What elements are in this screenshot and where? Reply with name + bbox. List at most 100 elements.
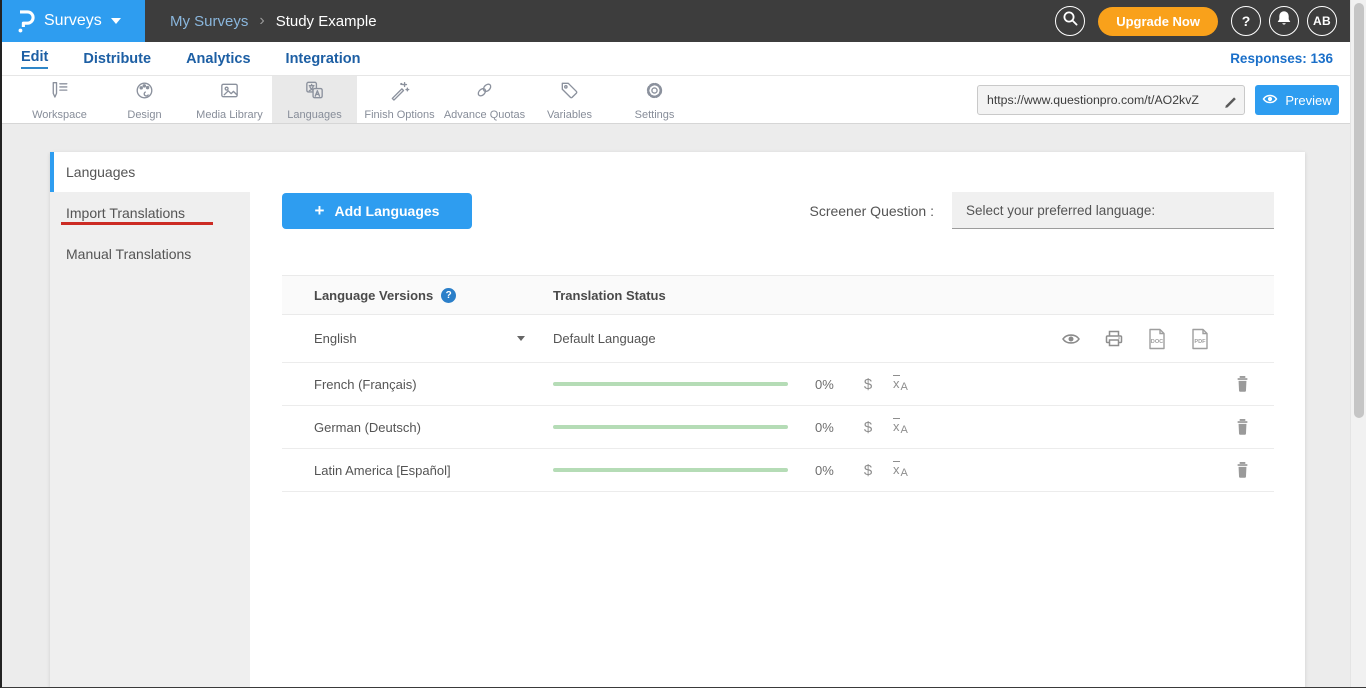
- screener-question-label: Screener Question :: [809, 203, 934, 219]
- toolbar-label: Advance Quotas: [444, 109, 525, 121]
- toolbar-item-settings[interactable]: Settings: [612, 76, 697, 123]
- delete-language-button[interactable]: [1235, 375, 1250, 393]
- question-mark-icon: ?: [1242, 13, 1251, 29]
- table-row-latin-america: Latin America [Español] 0% $ x A: [282, 449, 1274, 492]
- languages-card: Languages Import Translations Manual Tra…: [50, 152, 1305, 687]
- toolbar-label: Design: [127, 109, 161, 121]
- delete-language-button[interactable]: [1235, 418, 1250, 436]
- toolbar-item-design[interactable]: Design: [102, 76, 187, 123]
- survey-url-input[interactable]: [978, 93, 1216, 107]
- responses-count-link[interactable]: Responses: 136: [1230, 51, 1333, 66]
- chain-link-icon: [473, 79, 496, 107]
- preview-button[interactable]: Preview: [1255, 85, 1339, 115]
- chevron-down-icon: [111, 18, 121, 24]
- language-dropdown-caret-icon[interactable]: [517, 336, 525, 341]
- header-actions: Upgrade Now ? AB: [1055, 0, 1337, 42]
- red-annotation-underline: [61, 222, 213, 225]
- palette-icon: [133, 79, 156, 107]
- export-actions: DOC PDF: [1061, 328, 1210, 350]
- auto-translate-button[interactable]: x A: [893, 418, 908, 436]
- toolbar-label: Variables: [547, 109, 592, 121]
- add-languages-button[interactable]: + Add Languages: [282, 193, 472, 229]
- toolbar-item-advance-quotas[interactable]: Advance Quotas: [442, 76, 527, 123]
- screener-question: Screener Question : Select your preferre…: [809, 192, 1274, 229]
- breadcrumb-my-surveys[interactable]: My Surveys: [170, 13, 248, 30]
- toolbar-item-media-library[interactable]: Media Library: [187, 76, 272, 123]
- paid-translation-button[interactable]: $: [857, 376, 879, 393]
- export-pdf-button[interactable]: PDF: [1190, 328, 1210, 350]
- screener-question-select[interactable]: Select your preferred language:: [952, 192, 1274, 229]
- language-cell: German (Deutsch): [282, 420, 553, 435]
- search-button[interactable]: [1055, 6, 1085, 36]
- toolbar-item-variables[interactable]: Variables: [527, 76, 612, 123]
- paid-translation-button[interactable]: $: [857, 462, 879, 479]
- trash-icon: [1235, 418, 1250, 436]
- tab-distribute[interactable]: Distribute: [83, 51, 151, 67]
- default-status-cell: Default Language: [553, 328, 1274, 350]
- toolbar-label: Languages: [287, 109, 341, 121]
- tab-edit[interactable]: Edit: [21, 49, 48, 69]
- paid-translation-button[interactable]: $: [857, 419, 879, 436]
- tab-analytics[interactable]: Analytics: [186, 51, 250, 67]
- status-cell: 0% $ x A: [553, 418, 1274, 436]
- column-label: Translation Status: [553, 288, 666, 303]
- table-header-row: Language Versions ? Translation Status: [282, 275, 1274, 315]
- language-cell: Latin America [Español]: [282, 463, 553, 478]
- svg-text:DOC: DOC: [1151, 339, 1163, 345]
- image-icon: [218, 79, 241, 107]
- sidebar-item-import-translations[interactable]: Import Translations: [50, 192, 250, 233]
- export-doc-button[interactable]: DOC: [1147, 328, 1167, 350]
- print-button[interactable]: [1104, 329, 1124, 348]
- language-name: French (Français): [314, 377, 417, 392]
- translation-percent: 0%: [815, 377, 849, 392]
- gear-icon: [643, 79, 666, 107]
- table-row-german: German (Deutsch) 0% $ x A: [282, 406, 1274, 449]
- help-button[interactable]: ?: [1231, 6, 1261, 36]
- translation-progress-bar: [553, 425, 788, 429]
- tab-integration[interactable]: Integration: [286, 51, 361, 67]
- product-label: Surveys: [44, 12, 102, 30]
- svg-text:PDF: PDF: [1194, 339, 1206, 345]
- trash-icon: [1235, 375, 1250, 393]
- scrollbar-thumb[interactable]: [1354, 3, 1364, 418]
- trash-icon: [1235, 461, 1250, 479]
- upgrade-now-button[interactable]: Upgrade Now: [1098, 7, 1218, 36]
- view-survey-button[interactable]: [1061, 332, 1081, 346]
- avatar[interactable]: AB: [1307, 6, 1337, 36]
- product-menu[interactable]: Surveys: [2, 0, 145, 42]
- panel-controls: + Add Languages Screener Question : Sele…: [282, 192, 1274, 229]
- translation-percent: 0%: [815, 463, 849, 478]
- notifications-button[interactable]: [1269, 6, 1299, 36]
- eye-icon: [1262, 93, 1278, 108]
- languages-panel: + Add Languages Screener Question : Sele…: [250, 152, 1305, 687]
- sidebar-item-languages[interactable]: Languages: [50, 152, 250, 192]
- auto-translate-button[interactable]: x A: [893, 461, 908, 479]
- doc-file-icon: DOC: [1147, 328, 1167, 350]
- tag-icon: [558, 79, 581, 107]
- toolbar-item-workspace[interactable]: Workspace: [17, 76, 102, 123]
- search-icon: [1062, 10, 1079, 32]
- questionpro-logo-icon: [15, 7, 35, 35]
- language-versions-table: Language Versions ? Translation Status E…: [282, 275, 1274, 492]
- delete-language-button[interactable]: [1235, 461, 1250, 479]
- toolbar-label: Media Library: [196, 109, 263, 121]
- status-cell: 0% $ x A: [553, 461, 1274, 479]
- eye-icon: [1061, 332, 1081, 346]
- page-scrollbar[interactable]: [1350, 0, 1366, 687]
- translation-progress-bar: [553, 382, 788, 386]
- bell-icon: [1276, 10, 1292, 32]
- toolbar-item-languages[interactable]: Languages: [272, 76, 357, 123]
- help-badge-icon[interactable]: ?: [441, 288, 456, 303]
- toolbar-item-finish-options[interactable]: Finish Options: [357, 76, 442, 123]
- sidebar-item-manual-translations[interactable]: Manual Translations: [50, 233, 250, 274]
- languages-sidebar: Languages Import Translations Manual Tra…: [50, 152, 250, 687]
- auto-translate-button[interactable]: x A: [893, 375, 908, 393]
- status-cell: 0% $ x A: [553, 375, 1274, 393]
- language-name: German (Deutsch): [314, 420, 421, 435]
- edit-url-button[interactable]: [1216, 86, 1244, 114]
- toolbar-label: Workspace: [32, 109, 87, 121]
- sidebar-item-label: Import Translations: [66, 205, 185, 221]
- translation-percent: 0%: [815, 420, 849, 435]
- table-row-french: French (Français) 0% $ x A: [282, 363, 1274, 406]
- breadcrumb: My Surveys › Study Example: [170, 0, 377, 42]
